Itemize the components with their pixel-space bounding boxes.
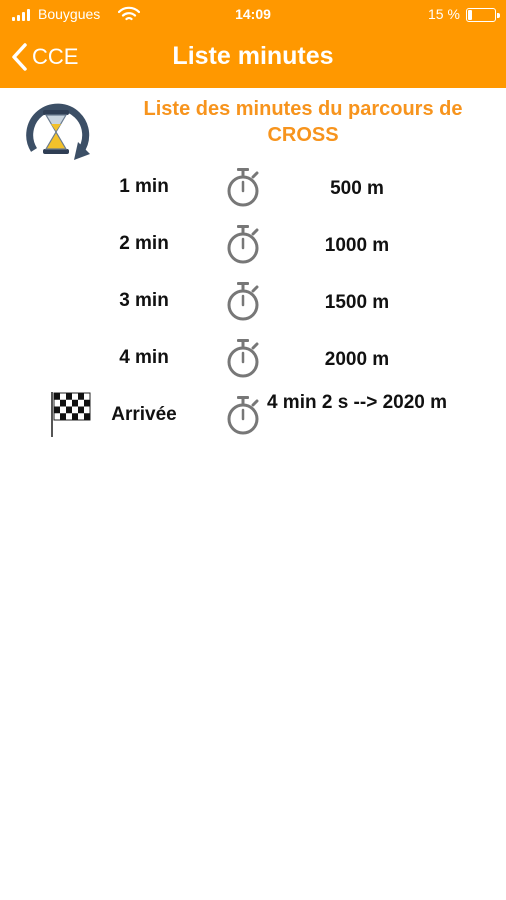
stopwatch-icon	[227, 396, 259, 435]
battery-percentage: 15 %	[428, 6, 460, 22]
list-item-finish: Arrivée 4 min 2 s --> 2020 m	[0, 390, 506, 440]
row-distance-value: 1500 m	[324, 292, 390, 313]
row-distance-value: 4 min 2 s --> 2020 m	[266, 392, 448, 413]
battery-icon	[466, 8, 500, 22]
stopwatch-icon	[227, 225, 259, 264]
row-distance-value: 500 m	[330, 178, 384, 199]
row-time-label: 2 min	[119, 233, 169, 254]
stopwatch-icon	[227, 168, 259, 207]
list-item: 3 min 1500 m	[0, 276, 506, 326]
stopwatch-icon	[227, 282, 259, 321]
row-time-label: 4 min	[119, 347, 169, 368]
row-time-label: 3 min	[119, 290, 169, 311]
list-item: 2 min 1000 m	[0, 219, 506, 269]
hourglass-refresh-icon	[26, 103, 90, 160]
list-item: 4 min 2000 m	[0, 333, 506, 383]
status-bar: Bouygues 14:09 15 %	[0, 0, 506, 30]
checkered-flag-icon	[51, 392, 91, 437]
row-time-label: Arrivée	[111, 404, 177, 425]
row-distance-value: 2000 m	[324, 349, 390, 370]
list-item: 1 min 500 m	[0, 162, 506, 212]
header-bar: Bouygues 14:09 15 % CCE Liste minutes	[0, 0, 506, 88]
course-subtitle: Liste des minutes du parcours de CROSS	[143, 98, 463, 146]
row-time-label: 1 min	[119, 176, 169, 197]
row-distance-value: 1000 m	[324, 235, 390, 256]
stopwatch-icon	[227, 339, 259, 378]
page-title: Liste minutes	[172, 42, 334, 70]
